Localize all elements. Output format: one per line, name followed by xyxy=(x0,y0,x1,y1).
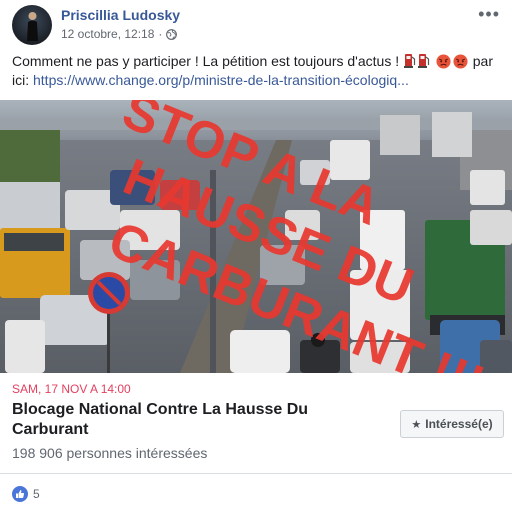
traffic-jam-image: STOP A LA HAUSSE DU CARBURANT !!! xyxy=(0,100,512,373)
event-date: SAM, 17 NOV A 14:00 xyxy=(12,382,131,396)
meta-separator: · xyxy=(158,27,163,41)
angry-face-icon xyxy=(436,54,451,69)
event-title[interactable]: Blocage National Contre La Hausse Du Car… xyxy=(12,400,342,440)
event-interested-count: 198 906 personnes intéressées xyxy=(12,445,208,461)
angry-face-icon xyxy=(453,54,468,69)
fuel-pump-icon xyxy=(417,54,430,68)
post-meta: 12 octobre, 12:18 · xyxy=(61,27,178,41)
fuel-pump-icon xyxy=(403,54,416,68)
post-link[interactable]: https://www.change.org/p/ministre-de-la-… xyxy=(33,72,409,88)
post-text: Comment ne pas y participer ! La pétitio… xyxy=(12,52,504,90)
interested-button-label: Intéressé(e) xyxy=(425,417,493,431)
post-timestamp[interactable]: 12 octobre, 12:18 xyxy=(61,27,154,41)
star-icon: ★ xyxy=(411,418,422,431)
post-text-before: Comment ne pas y participer ! La pétitio… xyxy=(12,53,400,69)
divider xyxy=(0,473,512,474)
more-options-button[interactable]: ••• xyxy=(478,4,500,25)
facebook-post: Priscillia Ludosky 12 octobre, 12:18 · •… xyxy=(0,0,512,524)
interested-button[interactable]: ★ Intéressé(e) xyxy=(400,410,504,438)
avatar-figure xyxy=(27,12,38,41)
reaction-count: 5 xyxy=(33,487,40,501)
avatar[interactable] xyxy=(12,5,52,45)
globe-icon[interactable] xyxy=(166,28,178,40)
post-author[interactable]: Priscillia Ludosky xyxy=(61,7,180,23)
like-icon xyxy=(12,486,28,502)
event-cover-photo[interactable]: STOP A LA HAUSSE DU CARBURANT !!! xyxy=(0,100,512,373)
event-details: SAM, 17 NOV A 14:00 Blocage National Con… xyxy=(0,373,512,473)
reactions-bar[interactable]: 5 xyxy=(12,486,40,502)
